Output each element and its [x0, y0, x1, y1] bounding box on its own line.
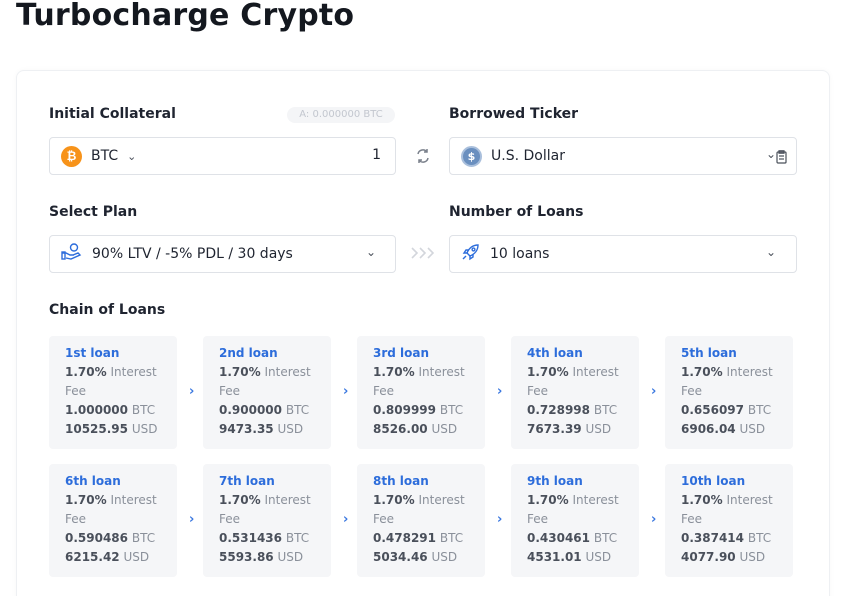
chevron-right-icon: ›	[497, 384, 503, 399]
loan-fee-label: Fee	[527, 384, 549, 398]
loan-title: 5th loan	[681, 346, 737, 360]
loan-interest: 1.70% Interest	[373, 365, 465, 379]
chevron-down-icon: ⌄	[366, 245, 377, 259]
loan-tile: 8th loan 1.70% Interest Fee 0.478291 BTC 503…	[357, 464, 485, 577]
plan-select[interactable]: 90% LTV / -5% PDL / 30 days ⌄	[49, 235, 396, 273]
collateral-coin-name: BTC	[91, 148, 119, 164]
select-plan-label: Select Plan	[49, 204, 138, 220]
chevrons-right-icon	[410, 246, 438, 262]
loan-interest: 1.70% Interest	[219, 493, 311, 507]
loan-tile: 5th loan 1.70% Interest Fee 0.656097 BTC 690…	[665, 336, 793, 449]
chevron-right-icon: ›	[343, 384, 349, 399]
loan-btc-amount: 0.656097 BTC	[681, 403, 772, 417]
loan-title: 10th loan	[681, 474, 746, 488]
loan-tile: 3rd loan 1.70% Interest Fee 0.809999 BTC 852…	[357, 336, 485, 449]
loan-btc-amount: 0.809999 BTC	[373, 403, 464, 417]
loan-btc-amount: 1.000000 BTC	[65, 403, 156, 417]
chevron-right-icon: ›	[189, 384, 195, 399]
loan-title: 4th loan	[527, 346, 583, 360]
chevron-down-icon: ⌄	[766, 147, 777, 161]
loan-title: 9th loan	[527, 474, 583, 488]
collateral-coin-selector[interactable]: ₿ BTC ⌄	[61, 138, 136, 174]
collateral-amount-field[interactable]: ₿ BTC ⌄ 1	[49, 137, 396, 175]
loan-usd-amount: 6906.04 USD	[681, 422, 766, 436]
loan-fee-label: Fee	[219, 384, 241, 398]
loan-interest: 1.70% Interest	[373, 493, 465, 507]
page-title: Turbocharge Crypto	[16, 0, 355, 33]
loan-interest: 1.70% Interest	[527, 365, 619, 379]
loan-interest: 1.70% Interest	[681, 365, 773, 379]
collateral-amount-input[interactable]: 1	[372, 147, 381, 163]
chevron-right-icon: ›	[189, 512, 195, 527]
loan-fee-label: Fee	[219, 512, 241, 526]
loan-usd-amount: 10525.95 USD	[65, 422, 158, 436]
loan-title: 2nd loan	[219, 346, 278, 360]
loan-usd-amount: 5593.86 USD	[219, 550, 304, 564]
loan-btc-amount: 0.387414 BTC	[681, 531, 772, 545]
chevron-down-icon: ⌄	[766, 245, 777, 259]
loan-title: 1st loan	[65, 346, 120, 360]
number-of-loans-label: Number of Loans	[449, 204, 584, 220]
hand-coin-icon	[61, 243, 83, 265]
loan-interest: 1.70% Interest	[65, 365, 157, 379]
loan-fee-label: Fee	[65, 384, 87, 398]
loan-usd-amount: 4077.90 USD	[681, 550, 766, 564]
loan-title: 6th loan	[65, 474, 121, 488]
collateral-balance: A: 0.000000 BTC	[287, 107, 395, 123]
number-of-loans-select[interactable]: 10 loans ⌄	[449, 235, 797, 273]
loan-tile: 9th loan 1.70% Interest Fee 0.430461 BTC 453…	[511, 464, 639, 577]
chain-of-loans-label: Chain of Loans	[49, 302, 166, 318]
bitcoin-icon: ₿	[61, 145, 82, 167]
loan-usd-amount: 6215.42 USD	[65, 550, 150, 564]
loan-usd-amount: 4531.01 USD	[527, 550, 612, 564]
loan-btc-amount: 0.590486 BTC	[65, 531, 156, 545]
loan-btc-amount: 0.900000 BTC	[219, 403, 310, 417]
loan-title: 7th loan	[219, 474, 275, 488]
loan-tile: 6th loan 1.70% Interest Fee 0.590486 BTC 621…	[49, 464, 177, 577]
chevron-down-icon: ⌄	[127, 149, 137, 163]
chevron-right-icon: ›	[651, 512, 657, 527]
loan-title: 3rd loan	[373, 346, 430, 360]
loan-tile: 1st loan 1.70% Interest Fee 1.000000 BTC 105…	[49, 336, 177, 449]
chevron-right-icon: ›	[343, 512, 349, 527]
collateral-label: Initial Collateral	[49, 106, 176, 122]
number-of-loans-value: 10 loans	[490, 246, 550, 262]
loan-interest: 1.70% Interest	[681, 493, 773, 507]
loan-fee-label: Fee	[681, 384, 703, 398]
loan-btc-amount: 0.478291 BTC	[373, 531, 464, 545]
loan-usd-amount: 5034.46 USD	[373, 550, 458, 564]
loan-btc-amount: 0.531436 BTC	[219, 531, 310, 545]
loan-interest: 1.70% Interest	[219, 365, 311, 379]
chevron-right-icon: ›	[497, 512, 503, 527]
loan-tile: 7th loan 1.70% Interest Fee 0.531436 BTC 559…	[203, 464, 331, 577]
loan-fee-label: Fee	[527, 512, 549, 526]
loan-fee-label: Fee	[681, 512, 703, 526]
loan-btc-amount: 0.430461 BTC	[527, 531, 618, 545]
loan-interest: 1.70% Interest	[65, 493, 157, 507]
loan-btc-amount: 0.728998 BTC	[527, 403, 618, 417]
rocket-icon	[461, 242, 481, 266]
dollar-coin-icon: $	[461, 145, 482, 167]
loan-tile: 2nd loan 1.70% Interest Fee 0.900000 BTC 947…	[203, 336, 331, 449]
borrowed-coin-name: U.S. Dollar	[491, 148, 565, 164]
loan-fee-label: Fee	[65, 512, 87, 526]
loan-fee-label: Fee	[373, 384, 395, 398]
loan-title: 8th loan	[373, 474, 429, 488]
borrowed-ticker-label: Borrowed Ticker	[449, 106, 579, 122]
loan-usd-amount: 7673.39 USD	[527, 422, 612, 436]
chevron-right-icon: ›	[651, 384, 657, 399]
plan-value: 90% LTV / -5% PDL / 30 days	[92, 246, 293, 262]
loan-interest: 1.70% Interest	[527, 493, 619, 507]
swap-icon[interactable]	[413, 148, 433, 164]
borrowed-ticker-select[interactable]: $ U.S. Dollar ⌄	[449, 137, 797, 175]
loan-tile: 10th loan 1.70% Interest Fee 0.387414 BTC 40…	[665, 464, 793, 577]
loan-usd-amount: 8526.00 USD	[373, 422, 458, 436]
loan-fee-label: Fee	[373, 512, 395, 526]
clipboard-icon[interactable]	[776, 149, 787, 168]
loan-tile: 4th loan 1.70% Interest Fee 0.728998 BTC 767…	[511, 336, 639, 449]
loan-usd-amount: 9473.35 USD	[219, 422, 304, 436]
